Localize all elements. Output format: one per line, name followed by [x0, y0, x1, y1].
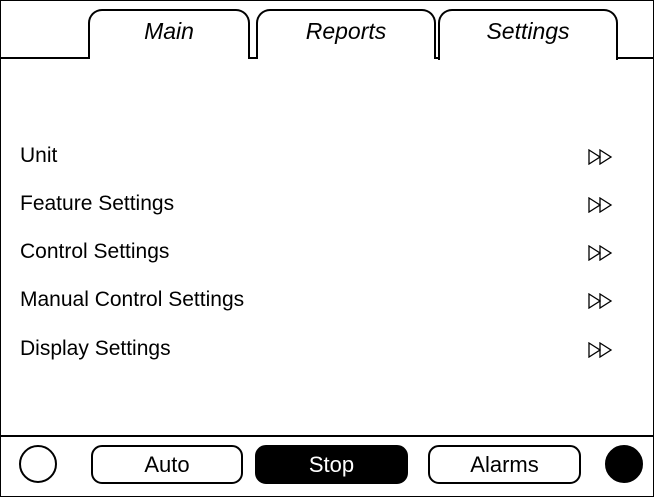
- tab-settings[interactable]: Settings: [438, 9, 618, 62]
- menu-item-label: Display Settings: [20, 337, 171, 360]
- tab-main[interactable]: Main: [88, 9, 250, 59]
- menu-item-label: Feature Settings: [20, 192, 175, 215]
- double-right-arrow-icon: [588, 149, 613, 165]
- status-indicator-off: [19, 445, 57, 483]
- menu-item-feature-settings[interactable]: Feature Settings: [0, 185, 654, 225]
- tab-reports-label: Reports: [305, 17, 387, 44]
- double-right-arrow-icon: [588, 245, 613, 261]
- menu-item-display-settings[interactable]: Display Settings: [0, 330, 654, 370]
- tab-settings-label: Settings: [486, 18, 570, 44]
- bottom-bar-divider: [1, 435, 653, 437]
- double-right-arrow-icon: [588, 197, 613, 213]
- stop-button-label: Stop: [308, 451, 355, 477]
- alarms-button-label: Alarms: [470, 451, 539, 477]
- menu-item-unit[interactable]: Unit: [0, 137, 654, 177]
- double-right-arrow-icon: [588, 293, 613, 309]
- menu-item-label: Unit: [20, 144, 58, 167]
- menu-item-manual-control-settings[interactable]: Manual Control Settings: [0, 281, 654, 321]
- menu-item-label: Manual Control Settings: [20, 288, 245, 311]
- menu-item-label: Control Settings: [20, 240, 170, 263]
- status-indicator-on: [605, 445, 643, 483]
- stop-button[interactable]: Stop: [255, 445, 408, 484]
- alarms-button[interactable]: Alarms: [428, 445, 581, 484]
- menu-item-control-settings[interactable]: Control Settings: [0, 233, 654, 273]
- tab-reports[interactable]: Reports: [256, 9, 436, 59]
- tab-main-label: Main: [144, 17, 194, 44]
- auto-button[interactable]: Auto: [91, 445, 243, 484]
- auto-button-label: Auto: [144, 451, 190, 477]
- double-right-arrow-icon: [588, 342, 613, 358]
